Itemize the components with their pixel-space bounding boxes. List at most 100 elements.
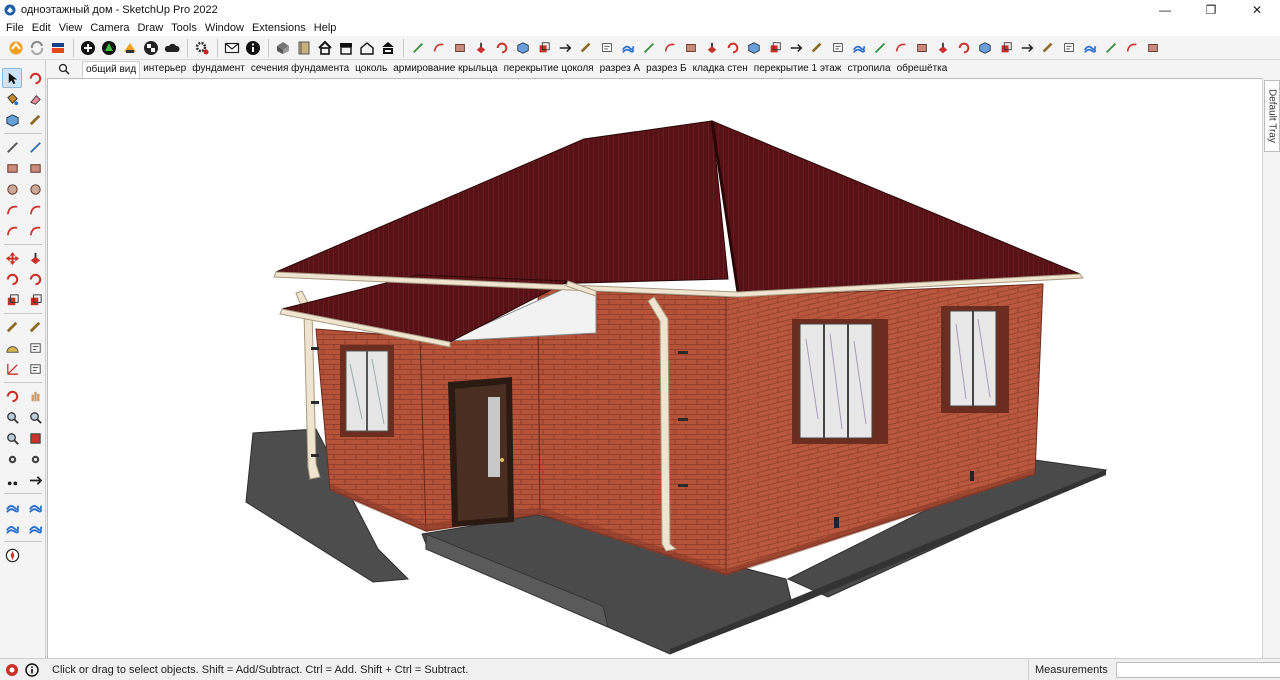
extension-tool-icon[interactable]	[597, 38, 616, 57]
offset-icon[interactable]	[25, 290, 45, 310]
extension-tool-icon[interactable]	[1080, 38, 1099, 57]
model-info-icon[interactable]	[273, 38, 292, 57]
house-icon[interactable]	[315, 38, 334, 57]
extension-tool-icon[interactable]	[891, 38, 910, 57]
scene-tab-plinth[interactable]: цоколь	[352, 60, 390, 78]
menu-edit[interactable]: Edit	[28, 20, 55, 36]
extension-tool-icon[interactable]	[513, 38, 532, 57]
restore-button[interactable]: ❐	[1188, 0, 1234, 20]
model-viewport[interactable]	[47, 78, 1262, 658]
measurements-input[interactable]	[1115, 662, 1280, 678]
extension-tool-icon[interactable]	[1017, 38, 1036, 57]
extension-tool-icon[interactable]	[702, 38, 721, 57]
extension-tool-icon[interactable]	[1101, 38, 1120, 57]
scene-tab-rafters[interactable]: стропила	[844, 60, 893, 78]
sandbox-from-contours-icon[interactable]	[2, 497, 22, 517]
extension-tool-icon[interactable]	[807, 38, 826, 57]
extension-tool-icon[interactable]	[1059, 38, 1078, 57]
paint-bucket-icon[interactable]	[2, 89, 22, 109]
extension-tool-icon[interactable]	[933, 38, 952, 57]
scene-tab-overview[interactable]: общий вид	[82, 60, 141, 78]
extension-tool-icon[interactable]	[786, 38, 805, 57]
checker-icon[interactable]	[141, 38, 160, 57]
extension-tool-icon[interactable]	[723, 38, 742, 57]
follow-me-icon[interactable]	[25, 269, 45, 289]
position-camera-icon[interactable]	[2, 449, 22, 469]
rotated-rectangle-icon[interactable]	[25, 158, 45, 178]
close-button[interactable]: ✕	[1234, 0, 1280, 20]
roof-icon[interactable]	[378, 38, 397, 57]
smoove-icon[interactable]	[2, 518, 22, 538]
sandbox-from-scratch-icon[interactable]	[25, 497, 45, 517]
scene-tab-section-a[interactable]: разрез А	[597, 60, 644, 78]
extension-tool-icon[interactable]	[450, 38, 469, 57]
arc-icon[interactable]	[2, 200, 22, 220]
dimension-icon[interactable]	[25, 317, 45, 337]
rectangle-icon[interactable]	[2, 158, 22, 178]
menu-camera[interactable]: Camera	[86, 20, 133, 36]
three-point-arc-icon[interactable]	[2, 221, 22, 241]
extension-tool-icon[interactable]	[975, 38, 994, 57]
eraser-icon[interactable]	[25, 89, 45, 109]
polygon-icon[interactable]	[25, 179, 45, 199]
scene-tab-sheathing[interactable]: обрешётка	[894, 60, 951, 78]
scene-tab-porch-reinforcement[interactable]: армирование крыльца	[390, 60, 500, 78]
look-around-icon[interactable]	[25, 449, 45, 469]
scene-search-button[interactable]	[46, 60, 82, 78]
orbit-icon[interactable]	[2, 386, 22, 406]
extension-tool-icon[interactable]	[639, 38, 658, 57]
extension-tool-icon[interactable]	[912, 38, 931, 57]
menu-view[interactable]: View	[55, 20, 87, 36]
scene-tab-plinth-slab[interactable]: перекрытие цоколя	[501, 60, 597, 78]
zoom-extents-icon[interactable]	[2, 428, 22, 448]
sync-icon[interactable]	[27, 38, 46, 57]
two-point-arc-icon[interactable]	[25, 200, 45, 220]
extension-tool-icon[interactable]	[1143, 38, 1162, 57]
orbit-icon[interactable]	[25, 68, 45, 88]
circle-icon[interactable]	[2, 179, 22, 199]
extension-tool-icon[interactable]	[681, 38, 700, 57]
extension-tool-icon[interactable]	[870, 38, 889, 57]
compass-icon[interactable]	[2, 545, 22, 565]
scene-tab-foundation[interactable]: фундамент	[189, 60, 248, 78]
extension-tool-icon[interactable]	[744, 38, 763, 57]
add-location-icon[interactable]	[78, 38, 97, 57]
settings-icon[interactable]	[192, 38, 211, 57]
zoom-window-icon[interactable]	[25, 407, 45, 427]
extension-tool-icon[interactable]	[576, 38, 595, 57]
minimize-button[interactable]: —	[1142, 0, 1188, 20]
storefront-icon[interactable]	[336, 38, 355, 57]
tape-measure-icon[interactable]	[2, 317, 22, 337]
menu-help[interactable]: Help	[310, 20, 341, 36]
outline-house-icon[interactable]	[357, 38, 376, 57]
extension-tool-icon[interactable]	[555, 38, 574, 57]
push-pull-icon[interactable]	[25, 248, 45, 268]
menu-file[interactable]: File	[2, 20, 28, 36]
section-plane-icon[interactable]	[25, 470, 45, 490]
scene-tab-first-floor-slab[interactable]: перекрытие 1 этаж	[751, 60, 845, 78]
extension-tool-icon[interactable]	[1122, 38, 1141, 57]
freehand-icon[interactable]	[25, 137, 45, 157]
text-icon[interactable]	[25, 338, 45, 358]
protractor-icon[interactable]	[2, 338, 22, 358]
3d-warehouse-icon[interactable]	[99, 38, 118, 57]
layout-icon[interactable]	[48, 38, 67, 57]
line-icon[interactable]	[2, 137, 22, 157]
cloud-icon[interactable]	[162, 38, 181, 57]
scene-tab-interior[interactable]: интерьер	[140, 60, 189, 78]
rotate-icon[interactable]	[2, 269, 22, 289]
extension-tool-icon[interactable]	[660, 38, 679, 57]
menu-extensions[interactable]: Extensions	[248, 20, 310, 36]
extension-tool-icon[interactable]	[954, 38, 973, 57]
extension-tool-icon[interactable]	[471, 38, 490, 57]
extension-tool-icon[interactable]	[408, 38, 427, 57]
extension-tool-icon[interactable]	[765, 38, 784, 57]
extension-tool-icon[interactable]	[1038, 38, 1057, 57]
menu-draw[interactable]: Draw	[133, 20, 167, 36]
axes-icon[interactable]	[2, 359, 22, 379]
previous-view-icon[interactable]	[25, 428, 45, 448]
extension-tool-icon[interactable]	[429, 38, 448, 57]
scene-tab-foundation-sections[interactable]: сечения фундамента	[248, 60, 352, 78]
scale-icon[interactable]	[2, 290, 22, 310]
walk-icon[interactable]	[2, 470, 22, 490]
